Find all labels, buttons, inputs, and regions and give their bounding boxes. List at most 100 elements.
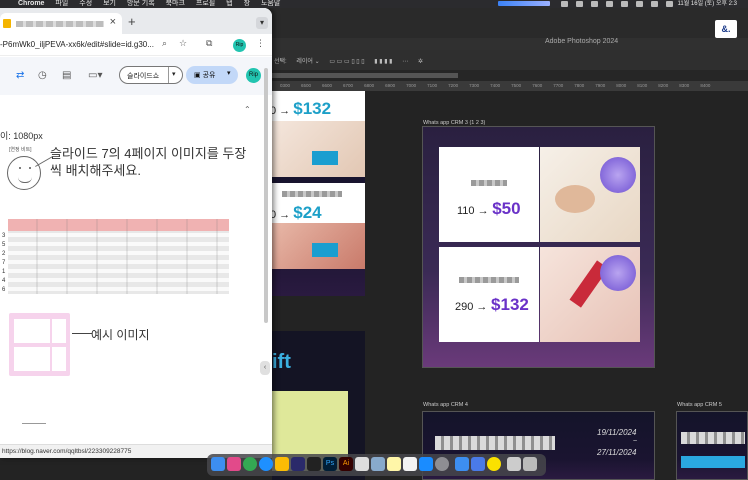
wifi-icon[interactable] [650, 1, 658, 7]
eye [29, 167, 31, 169]
app-icon[interactable] [471, 457, 485, 471]
menu-window[interactable]: 창 [244, 0, 250, 8]
ps-tab-title [268, 73, 458, 78]
tab-close-icon[interactable]: × [110, 16, 116, 28]
menu-app-name[interactable]: Chrome [18, 0, 44, 8]
illustrator-icon[interactable]: Ai [339, 457, 353, 471]
price-text-1: 110 → $50 [457, 199, 521, 218]
menu-bookmarks[interactable]: 북마크 [166, 0, 185, 8]
slideshow-button[interactable]: 슬라이드쇼 ▾ [119, 66, 183, 84]
ruler-tick: 0300 [280, 83, 291, 88]
preview-icon[interactable] [355, 457, 369, 471]
downloads-icon[interactable] [507, 457, 521, 471]
ps-options-bar: 선택: 레이어 ⌄ ▭ ▭ ▭ ▯ ▯ ▯ ▮ ▮ ▮ ▮ ⋯ ✲ [260, 50, 748, 70]
ruler-tick: 7500 [511, 83, 522, 88]
app-icon[interactable] [403, 457, 417, 471]
divider [22, 423, 46, 424]
chevron-down-icon[interactable]: ▾ [172, 70, 176, 78]
settings-icon[interactable] [435, 457, 449, 471]
menu-history[interactable]: 방문 기록 [127, 0, 155, 8]
comments-icon[interactable]: ▤ [62, 70, 71, 81]
battery-icon[interactable] [635, 1, 643, 7]
menu-help[interactable]: 도움말 [261, 0, 280, 8]
blurred-product-name [471, 180, 507, 186]
notes-icon[interactable] [387, 457, 401, 471]
face-tag: [연정 비트] [9, 147, 32, 153]
status-indicator-bar[interactable] [497, 1, 550, 6]
ps-more-button[interactable]: ⋯ [402, 59, 408, 65]
gear-icon[interactable]: ✲ [418, 59, 423, 65]
blurred-table [8, 219, 229, 294]
row-number: 1 [2, 269, 6, 275]
extensions-icon[interactable]: ⧉ [206, 38, 212, 49]
row-number: 2 [2, 251, 6, 257]
ruler-tick: 8100 [637, 83, 648, 88]
menu-tab[interactable]: 탭 [226, 0, 232, 8]
ps-document-tab[interactable] [260, 70, 748, 81]
app-logo-icon[interactable]: &. [715, 20, 737, 38]
menu-clock[interactable]: 11월 16일 (토) 오후 2:3 [677, 0, 737, 8]
photoshop-icon[interactable]: Ps [323, 457, 337, 471]
comment-edit-icon[interactable]: ⇄ [16, 70, 24, 81]
distribute-icons[interactable]: ▮ ▮ ▮ ▮ [374, 59, 392, 65]
trash-icon[interactable] [523, 457, 537, 471]
ruler-tick: 7200 [448, 83, 459, 88]
profile-avatar[interactable]: Rip [233, 39, 246, 52]
finder-icon[interactable] [211, 457, 225, 471]
search-icon[interactable] [665, 1, 673, 7]
drive-icon[interactable] [275, 457, 289, 471]
row-number: 6 [2, 287, 6, 293]
price-text: 0 → $132 [272, 99, 332, 118]
gift-text: ift [272, 351, 291, 373]
launchpad-icon[interactable] [227, 457, 241, 471]
menu-kebab-icon[interactable]: ⋮ [256, 38, 265, 49]
panel-toggle-button[interactable]: ‹ [260, 361, 270, 375]
artboard-crm3[interactable]: 110 → $50 290 → $132 [422, 126, 655, 368]
slide-canvas[interactable]: ⌃ 이: 1080px [연정 비트] 슬라이드 7의 4페이지 이미지를 두장… [0, 95, 272, 435]
kakaotalk-icon[interactable] [487, 457, 501, 471]
align-icons[interactable]: ▭ ▭ ▭ ▯ ▯ ▯ [329, 59, 364, 65]
menu-file[interactable]: 파일 [55, 0, 68, 8]
ruler-tick: 6500 [301, 83, 312, 88]
artboard-left-top[interactable]: 0 → $132 0 → $24 [272, 91, 365, 296]
menu-bar: Chrome 파일 수정 보기 방문 기록 북마크 프로필 탭 창 도움말 11… [0, 0, 748, 8]
thumb-panel [52, 319, 66, 343]
cushion-puff [555, 185, 595, 213]
folder-icon[interactable] [455, 457, 469, 471]
ps-layer-dropdown[interactable]: 레이어 ⌄ [296, 59, 319, 65]
collapse-caret-icon[interactable]: ⌃ [244, 105, 251, 114]
history-icon[interactable]: ◷ [38, 70, 47, 81]
artboard-label-crm4[interactable]: Whats app CRM 4 [423, 402, 468, 408]
account-avatar[interactable]: Rip [246, 68, 261, 83]
app-icon[interactable] [291, 457, 305, 471]
status-icon[interactable] [560, 1, 568, 7]
appstore-icon[interactable] [419, 457, 433, 471]
thumb-panel [52, 347, 66, 371]
scrollbar[interactable] [264, 68, 268, 323]
menu-view[interactable]: 보기 [103, 0, 116, 8]
safari-icon[interactable] [259, 457, 273, 471]
chevron-down-icon[interactable]: ▾ [227, 69, 231, 77]
status-icon[interactable] [575, 1, 583, 7]
new-tab-button[interactable]: + [128, 14, 136, 29]
app-icon[interactable] [371, 457, 385, 471]
artboard-crm5[interactable] [676, 411, 748, 480]
ruler-tick: 6600 [322, 83, 333, 88]
menu-edit[interactable]: 수정 [79, 0, 92, 8]
chrome-icon[interactable] [243, 457, 257, 471]
app-icon[interactable] [307, 457, 321, 471]
tab-google-slides[interactable]: × [0, 13, 122, 34]
menu-profile[interactable]: 프로필 [196, 0, 215, 8]
status-icon[interactable] [605, 1, 613, 7]
url-field[interactable]: -P6mWk0_iljPEVA-xx6k/edit#slide=id.g30..… [0, 40, 154, 49]
bookmark-star-icon[interactable]: ☆ [179, 38, 187, 49]
artboard-label-crm5[interactable]: Whats app CRM 5 [677, 402, 722, 408]
status-icon[interactable] [590, 1, 598, 7]
price-text-2: 290 → $132 [455, 295, 529, 314]
tab-search-chevron-icon[interactable]: ▾ [256, 17, 268, 29]
ps-window-title: Adobe Photoshop 2024 [545, 38, 619, 45]
meet-camera-icon[interactable]: ▭▾ [88, 70, 102, 81]
bluetooth-icon[interactable] [620, 1, 628, 7]
zoom-icon[interactable]: ⌕ [162, 38, 167, 49]
share-button[interactable]: ▣ 공유 ▾ [186, 66, 238, 84]
